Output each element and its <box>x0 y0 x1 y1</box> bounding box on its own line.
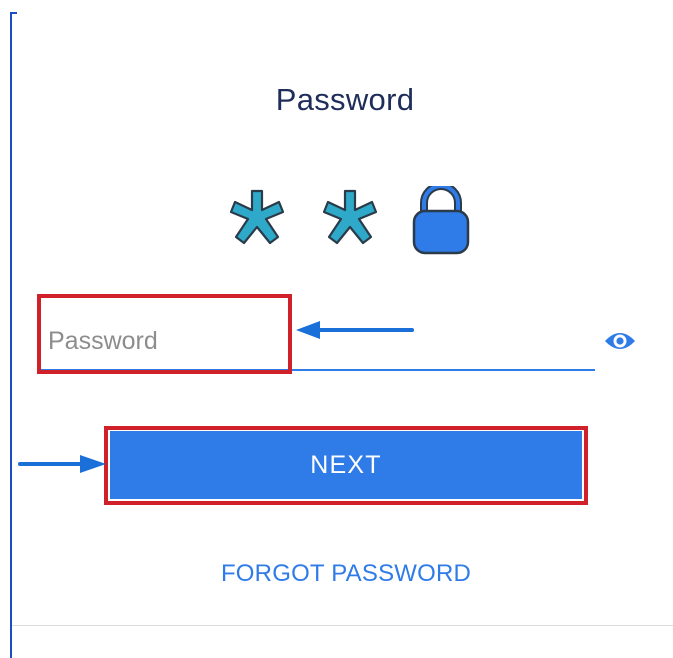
eye-icon[interactable] <box>600 326 640 356</box>
password-illustration <box>229 186 470 255</box>
page-title: Password <box>275 82 415 117</box>
password-input[interactable] <box>48 324 468 358</box>
password-field <box>40 296 595 371</box>
asterisk-icon <box>322 189 378 245</box>
arrow-to-next-icon <box>18 455 106 473</box>
password-underline <box>40 369 595 371</box>
asterisk-icon <box>229 189 285 245</box>
left-border-tick <box>10 12 17 14</box>
next-button[interactable]: NEXT <box>110 431 582 499</box>
login-password-screen: Password NEXT FORGOT PASSWORD <box>0 0 673 658</box>
lock-icon <box>412 186 470 255</box>
bottom-divider <box>12 625 673 626</box>
forgot-password-link[interactable]: FORGOT PASSWORD <box>0 560 673 588</box>
